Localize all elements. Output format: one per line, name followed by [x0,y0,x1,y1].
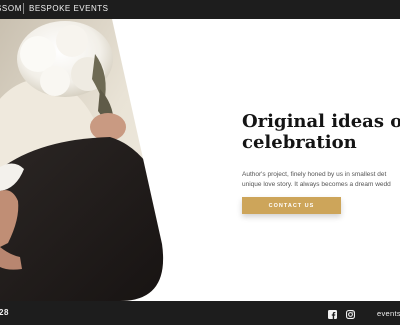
hero-headline: Original ideas o celebration [242,111,400,153]
hero-description-line-1: Author's project, finely honed by us in … [242,171,387,178]
brand-divider [23,3,24,14]
hero-description: Author's project, finely honed by us in … [242,170,400,190]
hero-description-line-2: unique love story. It always becomes a d… [242,181,391,188]
hero-headline-line-2: celebration [242,132,357,153]
instagram-icon[interactable] [346,310,355,319]
hero-photo [0,19,164,301]
hero-headline-line-1: Original ideas o [242,111,400,132]
top-bar: SSOM BESPOKE EVENTS [0,0,400,19]
footer-bar: 28 events [0,301,400,325]
brand-name[interactable]: SSOM [0,4,22,13]
phone-number[interactable]: 28 [0,308,9,317]
brand-tagline[interactable]: BESPOKE EVENTS [29,4,108,13]
contact-us-button[interactable]: CONTACT US [242,197,341,214]
email-link[interactable]: events [377,309,400,318]
facebook-icon[interactable] [328,310,337,319]
